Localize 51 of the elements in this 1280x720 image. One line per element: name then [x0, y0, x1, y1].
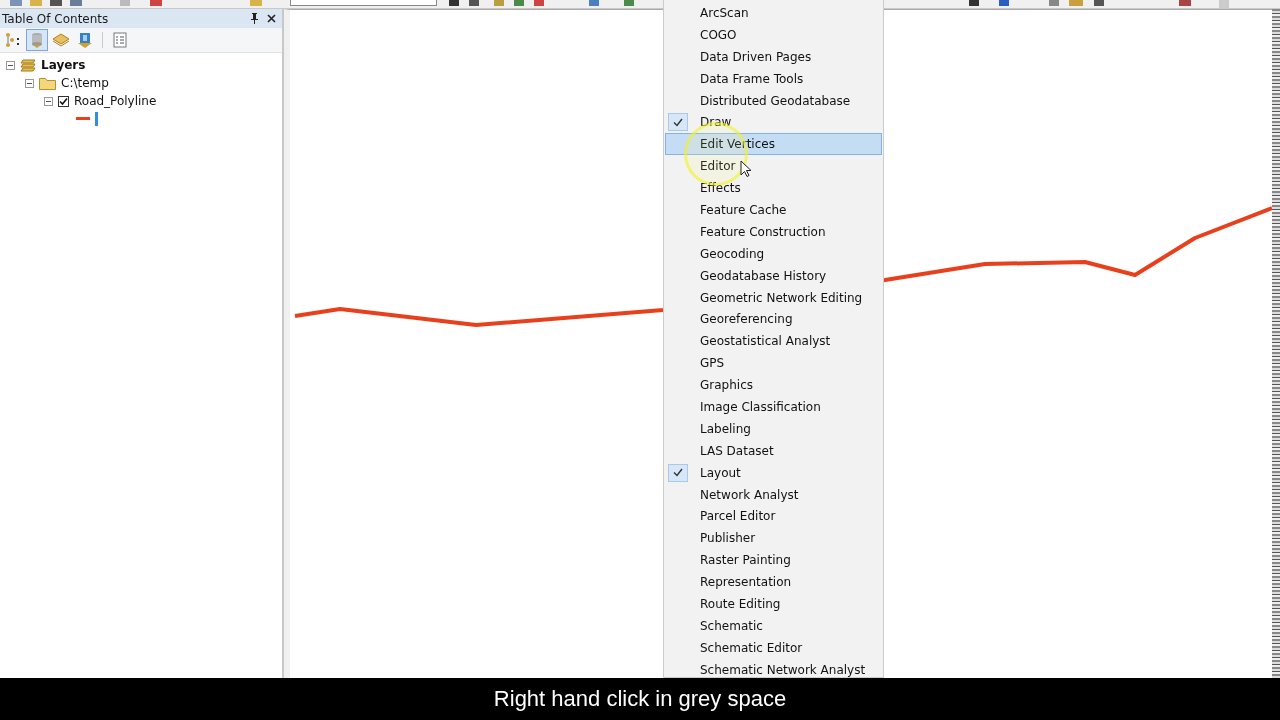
- menu-item[interactable]: COGO: [665, 23, 882, 46]
- menu-item[interactable]: Editor: [665, 155, 882, 178]
- layer-label[interactable]: Road_Polyline: [74, 94, 157, 108]
- menu-item[interactable]: Geometric Network Editing: [665, 286, 882, 309]
- caption-text: Right hand click in grey space: [493, 686, 787, 712]
- selection-icon: [77, 32, 93, 48]
- menu-item[interactable]: Parcel Editor: [665, 505, 882, 528]
- layers-icon: [52, 32, 70, 48]
- menu-item[interactable]: Schematic: [665, 614, 882, 637]
- menu-item[interactable]: Data Frame Tools: [665, 67, 882, 90]
- menu-item[interactable]: Effects: [665, 177, 882, 199]
- menu-item[interactable]: Schematic Network Analyst: [665, 658, 882, 677]
- close-icon[interactable]: [267, 14, 277, 23]
- menu-item[interactable]: Image Classification: [665, 396, 882, 418]
- menu-item[interactable]: GPS: [665, 352, 882, 375]
- menu-item[interactable]: Network Analyst: [665, 483, 882, 506]
- scale-field[interactable]: [290, 0, 437, 6]
- menu-item[interactable]: Geocoding: [665, 242, 882, 265]
- menu-item[interactable]: Route Editing: [665, 593, 882, 615]
- menu-item[interactable]: Publisher: [665, 527, 882, 550]
- menu-item[interactable]: Schematic Editor: [665, 636, 882, 659]
- menu-item[interactable]: Data Driven Pages: [665, 45, 882, 68]
- layer-checkbox[interactable]: [58, 95, 69, 107]
- menu-item[interactable]: Graphics: [665, 374, 882, 397]
- collapse-toggle[interactable]: [6, 60, 15, 70]
- menu-item[interactable]: Raster Painting: [665, 549, 882, 572]
- menu-item[interactable]: Feature Cache: [665, 199, 882, 221]
- scrollbar[interactable]: [1272, 9, 1280, 678]
- menu-item[interactable]: Representation: [665, 571, 882, 594]
- line-symbol-icon: [76, 112, 100, 126]
- mouse-pointer-icon: [740, 160, 752, 178]
- menu-item[interactable]: ArcScan: [665, 2, 882, 24]
- layers-icon: [20, 58, 36, 72]
- pin-icon[interactable]: [250, 13, 260, 24]
- menu-item[interactable]: Feature Construction: [665, 220, 882, 243]
- list-icon: [113, 32, 127, 48]
- collapse-toggle[interactable]: [25, 78, 34, 88]
- drawing-order-icon: [4, 32, 22, 48]
- menu-item[interactable]: LAS Dataset: [665, 439, 882, 462]
- menu-item[interactable]: Geodatabase History: [665, 264, 882, 287]
- menu-item[interactable]: Georeferencing: [665, 308, 882, 331]
- menu-item[interactable]: Labeling: [665, 417, 882, 440]
- data-frame-label[interactable]: Layers: [41, 58, 86, 72]
- menu-item[interactable]: Geostatistical Analyst: [665, 330, 882, 353]
- menu-item[interactable]: Layout: [665, 461, 882, 484]
- database-icon: [29, 32, 45, 48]
- panel-title: Table Of Contents: [2, 11, 109, 26]
- folder-icon: [39, 76, 56, 90]
- collapse-toggle[interactable]: [44, 96, 53, 106]
- folder-label[interactable]: C:\temp: [61, 76, 109, 90]
- menu-item[interactable]: Distributed Geodatabase: [665, 89, 882, 112]
